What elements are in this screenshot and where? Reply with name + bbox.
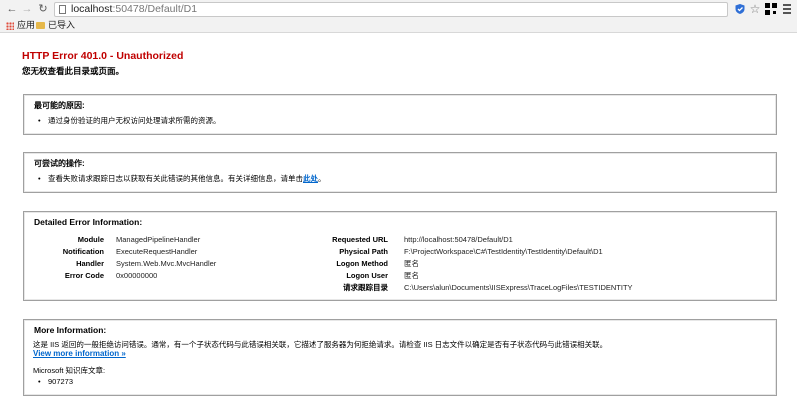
value-module: ManagedPipelineHandler bbox=[116, 235, 201, 244]
star-icon[interactable]: ☆ bbox=[749, 3, 761, 15]
apps-icon bbox=[6, 21, 14, 30]
label-physical-path: Physical Path bbox=[339, 247, 388, 256]
reload-icon[interactable]: ↻ bbox=[37, 3, 49, 15]
qr-code-icon[interactable] bbox=[765, 3, 777, 15]
more-info-box: More Information: 这是 IIS 返回的一般拒绝访问错误。通常，… bbox=[23, 319, 777, 396]
label-handler: Handler bbox=[76, 259, 104, 268]
actions-heading: 可尝试的操作: bbox=[34, 159, 85, 168]
label-requested-url: Requested URL bbox=[332, 235, 388, 244]
details-right-labels: Requested URL Physical Path Logon Method… bbox=[314, 234, 388, 294]
label-notification: Notification bbox=[62, 247, 104, 256]
list-item: 通过身份验证的用户无权访问处理请求所需的资源。 bbox=[38, 115, 220, 126]
value-handler: System.Web.Mvc.MvcHandler bbox=[116, 259, 217, 268]
actions-box: 可尝试的操作: 查看失败请求跟踪日志以获取有关此错误的其他信息。有关详细信息，请… bbox=[23, 152, 777, 193]
bookmark-label: 应用 bbox=[17, 20, 36, 30]
browser-toolbar: ← → ↻ localhost:50478/Default/D1 ☆ bbox=[0, 0, 797, 18]
causes-heading: 最可能的原因: bbox=[34, 101, 85, 110]
list-item: 907273 bbox=[38, 376, 73, 387]
menu-icon[interactable] bbox=[781, 3, 793, 15]
label-trace-dir: 请求跟踪目录 bbox=[343, 283, 388, 292]
list-item: 查看失败请求跟踪日志以获取有关此错误的其他信息。有关详细信息，请单击此处。 bbox=[38, 173, 326, 184]
url-text[interactable]: localhost:50478/Default/D1 bbox=[71, 3, 197, 16]
page-icon bbox=[59, 5, 66, 14]
details-box: Detailed Error Information: Module Notif… bbox=[23, 211, 777, 301]
causes-list: 通过身份验证的用户无权访问处理请求所需的资源。 bbox=[38, 115, 220, 126]
value-requested-url: http://localhost:50478/Default/D1 bbox=[404, 235, 513, 244]
forward-icon[interactable]: → bbox=[21, 3, 33, 15]
kb-list: 907273 bbox=[38, 376, 73, 387]
value-trace-dir: C:\Users\alun\Documents\IISExpress\Trace… bbox=[404, 283, 633, 292]
view-more-link[interactable]: View more information » bbox=[33, 349, 126, 358]
url-host: localhost bbox=[71, 3, 113, 15]
details-left-labels: Module Notification Handler Error Code bbox=[34, 234, 104, 282]
value-notification: ExecuteRequestHandler bbox=[116, 247, 198, 256]
bookmark-label: 已导入 bbox=[48, 20, 76, 30]
more-heading: More Information: bbox=[34, 325, 107, 335]
folder-icon bbox=[36, 22, 45, 30]
address-bar[interactable]: localhost:50478/Default/D1 bbox=[54, 2, 728, 17]
back-icon[interactable]: ← bbox=[6, 3, 18, 15]
label-logon-method: Logon Method bbox=[336, 259, 388, 268]
error-title: HTTP Error 401.0 - Unauthorized bbox=[22, 50, 184, 62]
value-error-code: 0x00000000 bbox=[116, 271, 158, 280]
kb-label: Microsoft 知识库文章: bbox=[33, 366, 106, 375]
bookmark-imported[interactable]: 已导入 bbox=[36, 19, 75, 31]
actions-list: 查看失败请求跟踪日志以获取有关此错误的其他信息。有关详细信息，请单击此处。 bbox=[38, 173, 326, 184]
shield-icon[interactable] bbox=[734, 3, 746, 15]
url-path: :50478/Default/D1 bbox=[112, 3, 198, 15]
details-right-values: http://localhost:50478/Default/D1 F:\Pro… bbox=[404, 234, 633, 294]
details-heading: Detailed Error Information: bbox=[34, 217, 143, 227]
action-end: 。 bbox=[318, 174, 326, 183]
value-logon-user: 匿名 bbox=[404, 271, 419, 280]
details-left-values: ManagedPipelineHandler ExecuteRequestHan… bbox=[116, 234, 216, 282]
causes-box: 最可能的原因: 通过身份验证的用户无权访问处理请求所需的资源。 bbox=[23, 94, 777, 135]
label-logon-user: Logon User bbox=[346, 271, 388, 280]
here-link[interactable]: 此处 bbox=[303, 174, 318, 183]
bookmarks-bar: 应用 已导入 bbox=[0, 18, 797, 33]
action-text: 查看失败请求跟踪日志以获取有关此错误的其他信息。有关详细信息，请单击 bbox=[48, 174, 303, 183]
page-content: HTTP Error 401.0 - Unauthorized 您无权查看此目录… bbox=[0, 33, 797, 404]
bookmark-apps[interactable]: 应用 bbox=[6, 19, 35, 31]
error-subtitle: 您无权查看此目录或页面。 bbox=[22, 66, 125, 76]
label-module: Module bbox=[77, 235, 104, 244]
value-physical-path: F:\ProjectWorkspace\C#\TestIdentity\Test… bbox=[404, 247, 603, 256]
label-error-code: Error Code bbox=[64, 271, 104, 280]
value-logon-method: 匿名 bbox=[404, 259, 419, 268]
